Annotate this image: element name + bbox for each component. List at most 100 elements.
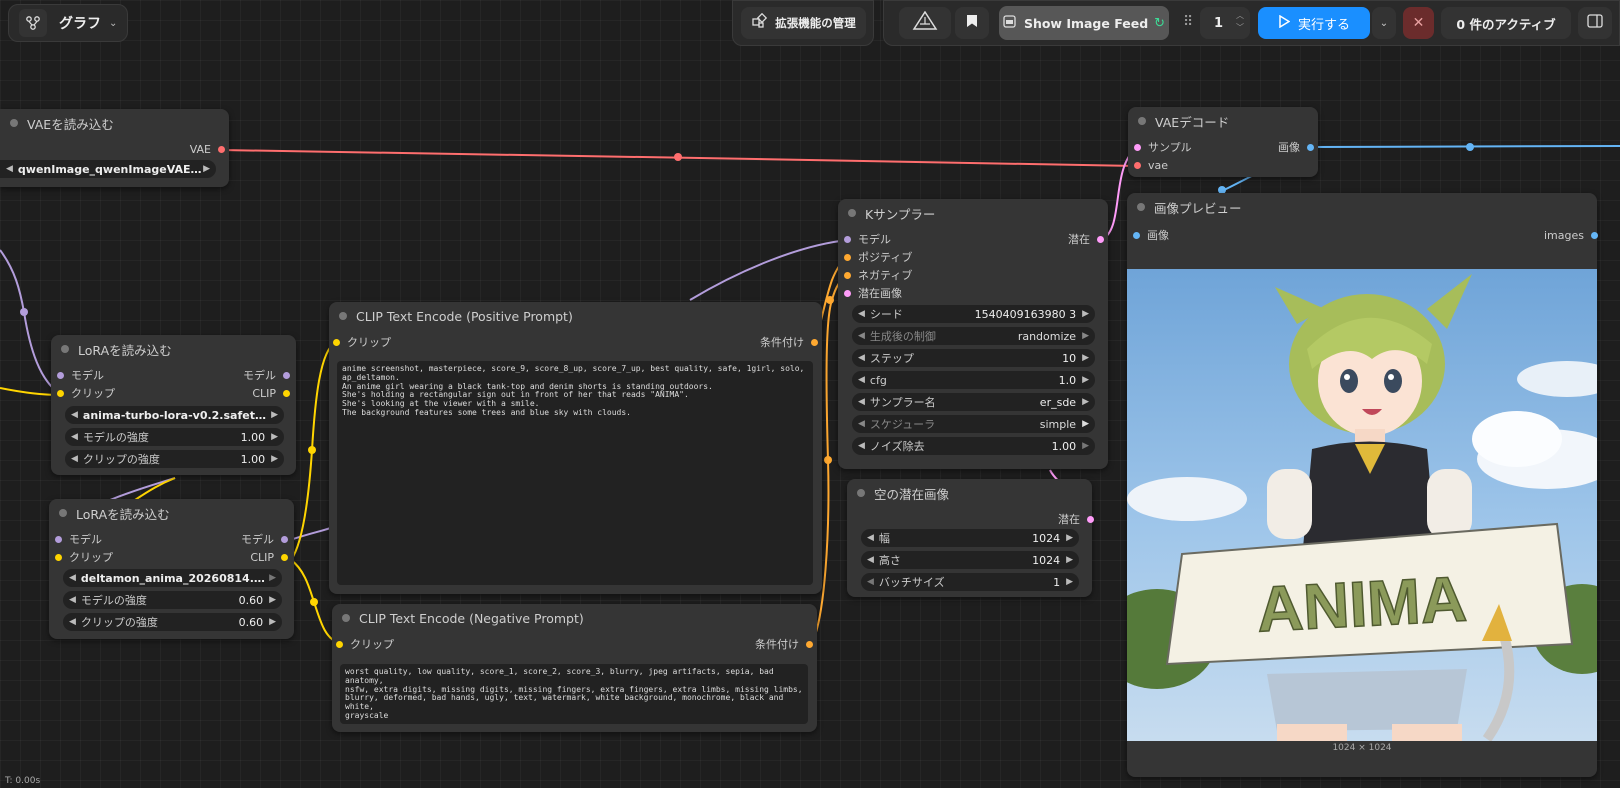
strength-clip-widget[interactable]: ◀ クリップの強度 1.00 ▶ xyxy=(65,450,284,468)
positive-prompt-textarea[interactable]: anime screenshot, masterpiece, score_9, … xyxy=(337,361,813,585)
seed-widget[interactable]: ◀ シード 1540409163980 3 ▶ xyxy=(852,305,1095,323)
arrow-left-icon[interactable]: ◀ xyxy=(867,577,874,587)
input-vae[interactable]: vae xyxy=(1134,157,1168,173)
input-clip[interactable]: クリップ xyxy=(336,636,394,652)
slot-dot[interactable] xyxy=(336,640,343,648)
arrow-right-icon[interactable]: ▶ xyxy=(269,595,276,605)
slot-dot[interactable] xyxy=(1134,161,1141,169)
queue-count-input[interactable]: 1 ︿ ﹀ xyxy=(1200,7,1250,39)
slot-dot[interactable] xyxy=(55,553,62,561)
arrow-right-icon[interactable]: ▶ xyxy=(1082,397,1089,407)
node-ksampler[interactable]: Kサンプラー モデル ポジティブ ネガティブ 潜在画像 潜在 ◀ シード 15404… xyxy=(838,199,1108,469)
cancel-button[interactable]: ✕ xyxy=(1403,7,1434,39)
node-vae-loader[interactable]: VAEを読み込む VAE ◀ qwenImage_qwenImageVAE.sa.… xyxy=(0,109,229,187)
arrow-left-icon[interactable]: ◀ xyxy=(858,375,865,385)
input-model[interactable]: モデル xyxy=(57,367,104,383)
output-latent[interactable]: 潜在 xyxy=(1068,231,1104,247)
arrow-left-icon[interactable]: ◀ xyxy=(858,353,865,363)
slot-dot[interactable] xyxy=(281,553,288,561)
strength-clip-widget[interactable]: ◀ クリップの強度 0.60 ▶ xyxy=(63,613,282,631)
arrow-left-icon[interactable]: ◀ xyxy=(6,164,13,174)
logo-button[interactable] xyxy=(899,7,951,39)
slot-dot[interactable] xyxy=(55,535,62,543)
slot-dot[interactable] xyxy=(844,253,851,261)
arrow-right-icon[interactable]: ▶ xyxy=(269,617,276,627)
control-after-generate-widget[interactable]: ◀ 生成後の制御 randomize ▶ xyxy=(852,327,1095,345)
slot-dot[interactable] xyxy=(1307,143,1314,151)
active-queue-button[interactable]: 0 件のアクティブ xyxy=(1441,7,1571,39)
slot-dot[interactable] xyxy=(811,338,818,346)
cfg-widget[interactable]: ◀ cfg 1.0 ▶ xyxy=(852,371,1095,389)
arrow-right-icon[interactable]: ▶ xyxy=(1082,331,1089,341)
output-clip[interactable]: CLIP xyxy=(252,385,290,401)
show-image-feed-button[interactable]: Show Image Feed ↻ xyxy=(999,6,1169,40)
bookmark-button[interactable] xyxy=(955,7,989,39)
arrow-left-icon[interactable]: ◀ xyxy=(858,309,865,319)
arrow-left-icon[interactable]: ◀ xyxy=(867,555,874,565)
output-latent[interactable]: 潜在 xyxy=(1058,511,1094,527)
input-latent-image[interactable]: 潜在画像 xyxy=(844,285,902,301)
slot-dot[interactable] xyxy=(57,389,64,397)
arrow-left-icon[interactable]: ◀ xyxy=(858,441,865,451)
sampler-name-widget[interactable]: ◀ サンプラー名 er_sde ▶ xyxy=(852,393,1095,411)
batch-size-widget[interactable]: ◀ バッチサイズ 1 ▶ xyxy=(861,573,1079,591)
steps-widget[interactable]: ◀ ステップ 10 ▶ xyxy=(852,349,1095,367)
strength-model-widget[interactable]: ◀ モデルの強度 0.60 ▶ xyxy=(63,591,282,609)
input-negative[interactable]: ネガティブ xyxy=(844,267,912,283)
width-widget[interactable]: ◀ 幅 1024 ▶ xyxy=(861,529,1079,547)
slot-dot[interactable] xyxy=(1591,231,1598,239)
arrow-right-icon[interactable]: ▶ xyxy=(1066,555,1073,565)
input-clip[interactable]: クリップ xyxy=(55,549,113,565)
graph-menu[interactable]: グラフ ⌄ xyxy=(8,4,128,42)
arrow-right-icon[interactable]: ▶ xyxy=(271,410,278,420)
arrow-left-icon[interactable]: ◀ xyxy=(71,432,78,442)
arrow-right-icon[interactable]: ▶ xyxy=(1082,309,1089,319)
vae-name-widget[interactable]: ◀ qwenImage_qwenImageVAE.sa... ▶ xyxy=(0,160,216,178)
input-images[interactable]: 画像 xyxy=(1133,227,1169,243)
extensions-manager-button[interactable]: 拡張機能の管理 xyxy=(741,7,866,39)
arrow-right-icon[interactable]: ▶ xyxy=(203,164,210,174)
input-model[interactable]: モデル xyxy=(55,531,102,547)
slot-dot[interactable] xyxy=(57,371,64,379)
output-vae[interactable]: VAE xyxy=(190,141,225,157)
arrow-left-icon[interactable]: ◀ xyxy=(71,410,78,420)
node-vae-decode[interactable]: VAEデコード サンプル vae 画像 xyxy=(1128,107,1318,177)
input-positive[interactable]: ポジティブ xyxy=(844,249,912,265)
denoise-widget[interactable]: ◀ ノイズ除去 1.00 ▶ xyxy=(852,437,1095,455)
run-button[interactable]: 実行する xyxy=(1258,7,1370,39)
output-model[interactable]: モデル xyxy=(241,531,288,547)
stepper-arrows-icon[interactable]: ︿ ﹀ xyxy=(1236,10,1244,34)
output-conditioning[interactable]: 条件付け xyxy=(755,636,813,652)
slot-dot[interactable] xyxy=(1097,235,1104,243)
slot-dot[interactable] xyxy=(844,271,851,279)
input-samples[interactable]: サンプル xyxy=(1134,139,1192,155)
arrow-left-icon[interactable]: ◀ xyxy=(71,454,78,464)
lora-name-widget[interactable]: ◀ anima-turbo-lora-v0.2.safeten ... ▶ xyxy=(65,406,284,424)
drag-handle-icon[interactable]: ⠿ xyxy=(1183,14,1193,30)
slot-dot[interactable] xyxy=(1134,143,1141,151)
arrow-left-icon[interactable]: ◀ xyxy=(858,419,865,429)
output-images[interactable]: images xyxy=(1544,227,1598,243)
arrow-right-icon[interactable]: ▶ xyxy=(1082,375,1089,385)
output-model[interactable]: モデル xyxy=(243,367,290,383)
arrow-left-icon[interactable]: ◀ xyxy=(69,573,76,583)
arrow-right-icon[interactable]: ▶ xyxy=(1082,419,1089,429)
node-lora-loader-1[interactable]: LoRAを読み込む モデル クリップ モデル CLIP ◀ anima-turbo… xyxy=(51,335,296,475)
slot-dot[interactable] xyxy=(1087,515,1094,523)
slot-dot[interactable] xyxy=(218,145,225,153)
node-clip-text-encode-positive[interactable]: CLIP Text Encode (Positive Prompt) クリップ … xyxy=(329,302,822,594)
lora-name-widget[interactable]: ◀ deltamon_anima_20260814.saf... ▶ xyxy=(63,569,282,587)
node-image-preview[interactable]: 画像プレビュー 画像 images ANIMA 1024 × 1024 xyxy=(1127,193,1598,777)
arrow-left-icon[interactable]: ◀ xyxy=(858,331,865,341)
node-lora-loader-2[interactable]: LoRAを読み込む モデル クリップ モデル CLIP ◀ deltamon_an… xyxy=(49,499,294,639)
slot-dot[interactable] xyxy=(281,535,288,543)
input-clip[interactable]: クリップ xyxy=(333,334,391,350)
run-options-dropdown[interactable]: ⌄ xyxy=(1372,7,1396,39)
arrow-left-icon[interactable]: ◀ xyxy=(69,617,76,627)
height-widget[interactable]: ◀ 高さ 1024 ▶ xyxy=(861,551,1079,569)
arrow-right-icon[interactable]: ▶ xyxy=(1082,353,1089,363)
arrow-left-icon[interactable]: ◀ xyxy=(867,533,874,543)
slot-dot[interactable] xyxy=(844,235,851,243)
arrow-right-icon[interactable]: ▶ xyxy=(271,454,278,464)
input-clip[interactable]: クリップ xyxy=(57,385,115,401)
